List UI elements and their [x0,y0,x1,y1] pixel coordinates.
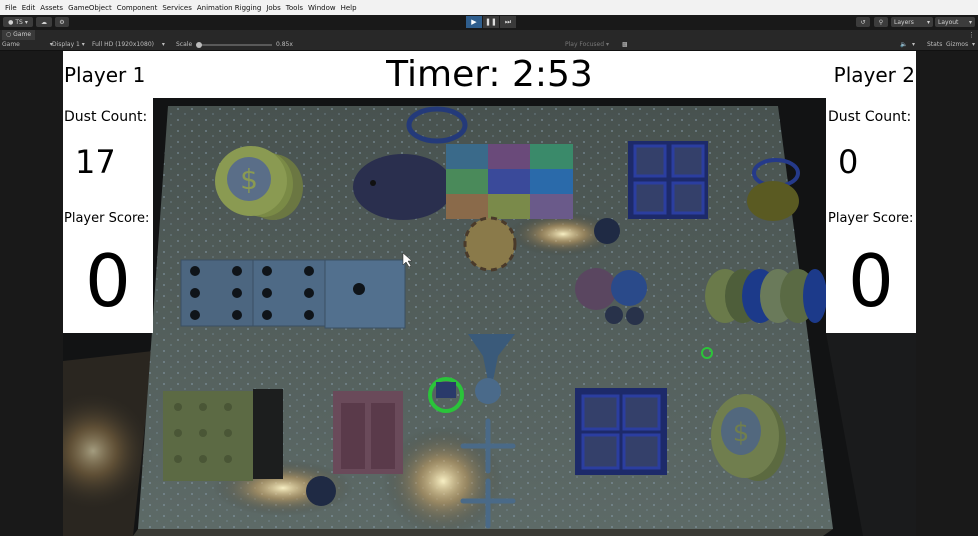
menu-animation-rigging[interactable]: Animation Rigging [197,4,261,12]
chevron-down-icon: ▾ [605,41,609,48]
tab-game-label: Game [13,31,32,38]
layers-dropdown[interactable]: Layers ▾ [891,17,933,27]
layout-label: Layout [938,18,959,26]
striped-ball [463,216,517,272]
game-view-bar: Game ▾ Display 1 ▾ Full HD (1920x1080) ▾… [0,40,978,51]
player1-dust-label: Dust Count: [64,109,148,125]
play-controls: ▶ ❚❚ ⏭ [466,16,517,28]
play-button[interactable]: ▶ [466,16,482,28]
menu-component[interactable]: Component [117,4,158,12]
menu-help[interactable]: Help [341,4,357,12]
player2-name: Player 2 [833,63,915,87]
scale-slider-track[interactable] [198,44,272,46]
step-icon: ⏭ [504,17,512,26]
chevron-down-icon: ▾ [24,18,28,26]
floor-edge [133,529,833,536]
frame-debugger-icon[interactable]: ▩ [622,40,628,50]
view-mode-label: Game [2,41,20,48]
gear-icon: ⚙ [59,18,65,26]
player1-score: 0 [85,239,131,323]
step-button[interactable]: ⏭ [500,16,516,28]
play-focused-label: Play Focused [565,41,605,48]
letter-cubes [575,388,667,475]
collab-button[interactable]: ⚙ [55,17,69,27]
letter-cubes [628,141,708,219]
player2-dust-label: Dust Count: [828,109,912,125]
lego-brick [163,389,283,481]
pause-icon: ❚❚ [485,18,497,26]
pink-blocks [333,391,403,474]
chevron-down-icon: ▾ [81,41,85,48]
view-mode-dropdown[interactable]: Game ▾ [2,40,53,50]
dice-row [180,259,406,329]
game-scene: $ $ [63,51,916,536]
player1-panel: Player 1 Dust Count: 17 Player Score: 0 [63,51,153,333]
play-focused-dropdown[interactable]: Play Focused ▾ [565,40,609,50]
search-icon: ⚲ [878,18,884,26]
robot-vacuum [594,218,620,244]
cloud-icon: ☁ [41,18,47,26]
layers-label: Layers [894,18,914,26]
menu-services[interactable]: Services [162,4,192,12]
menu-jobs[interactable]: Jobs [266,4,280,12]
search-button[interactable]: ⚲ [874,17,888,27]
player1-dust-count: 17 [75,143,116,181]
timer-text: Timer: 2:53 [386,54,593,95]
robot-vacuum [306,476,336,506]
kebab-menu-icon[interactable]: ⋮ [968,30,975,40]
player2-score: 0 [848,239,894,323]
svg-text:$: $ [240,163,258,196]
audio-mute-icon[interactable]: 🔈 [900,40,907,50]
svg-text:$: $ [733,418,750,448]
menu-bar: File Edit Assets GameObject Component Se… [0,0,978,16]
chevron-down-icon: ▾ [161,41,165,48]
scale-value: 0.85x [276,41,293,48]
stats-button[interactable]: Stats [927,40,942,50]
account-label: TS [15,18,23,26]
scale-slider-handle[interactable] [196,42,202,48]
menu-edit[interactable]: Edit [22,4,36,12]
game-viewport[interactable]: $ $ Timer: 2:53 Player 1 Dust Count: 17 … [63,51,916,536]
menu-tools[interactable]: Tools [286,4,303,12]
menu-file[interactable]: File [5,4,17,12]
chevron-down-icon[interactable]: ▾ [972,40,975,50]
menu-gameobject[interactable]: GameObject [68,4,112,12]
player2-dust-count: 0 [838,143,859,181]
play-icon: ▶ [471,18,477,26]
fish-toy [353,154,453,220]
player2-panel: Player 2 Dust Count: 0 Player Score: 0 [826,51,916,333]
display-label: Display 1 [52,41,80,48]
player1-name: Player 1 [64,63,146,87]
chevron-down-icon: ▾ [926,18,930,26]
timer-panel: Timer: 2:53 [153,51,826,98]
ring-stack [705,269,827,323]
player1-score-label: Player Score: [64,211,150,226]
layout-dropdown[interactable]: Layout ▾ [935,17,975,27]
resolution-dropdown[interactable]: Full HD (1920x1080) ▾ [92,40,165,50]
gizmos-button[interactable]: Gizmos [946,40,968,50]
scale-label: Scale [176,41,193,48]
main-toolbar: ● TS ▾ ☁ ⚙ ▶ ❚❚ ⏭ ↺ ⚲ Layers ▾ Layout ▾ [0,15,978,31]
menu-window[interactable]: Window [308,4,336,12]
account-button[interactable]: ● TS ▾ [3,17,33,27]
cloud-button[interactable]: ☁ [36,17,52,27]
tab-strip: ○ Game ⋮ [0,30,978,40]
history-button[interactable]: ↺ [856,17,870,27]
rubik-block [446,144,573,219]
account-icon: ● [8,18,14,26]
mute-dropdown-icon[interactable]: ▾ [912,40,915,50]
history-icon: ↺ [860,18,866,26]
pause-button[interactable]: ❚❚ [483,16,499,28]
resolution-label: Full HD (1920x1080) [92,41,154,48]
player2-score-label: Player Score: [828,211,914,226]
display-dropdown[interactable]: Display 1 ▾ [52,40,85,50]
chevron-down-icon: ▾ [968,18,972,26]
tab-game[interactable]: ○ Game [2,30,36,40]
menu-assets[interactable]: Assets [40,4,63,12]
